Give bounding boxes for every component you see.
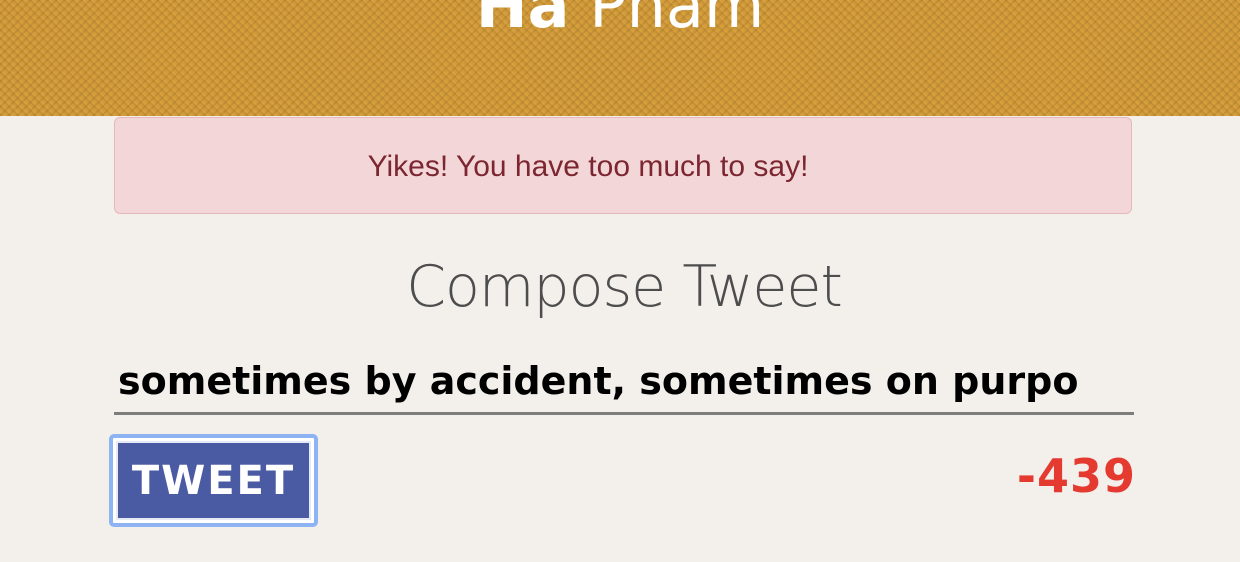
profile-header: Ha Pham [0,0,1240,116]
profile-first-name: Ha [475,0,570,42]
error-alert-message: Yikes! You have too much to say! [367,150,809,183]
profile-name: Ha Pham [0,0,1240,44]
tweet-button[interactable]: TWEET [109,434,318,527]
tweet-button-label: TWEET [116,441,311,520]
character-counter: -439 [1016,449,1136,503]
profile-last-name: Pham [589,0,765,42]
tweet-text-input[interactable] [114,349,1134,415]
compose-title: Compose Tweet [406,254,843,320]
error-alert: Yikes! You have too much to say! [114,117,1132,214]
